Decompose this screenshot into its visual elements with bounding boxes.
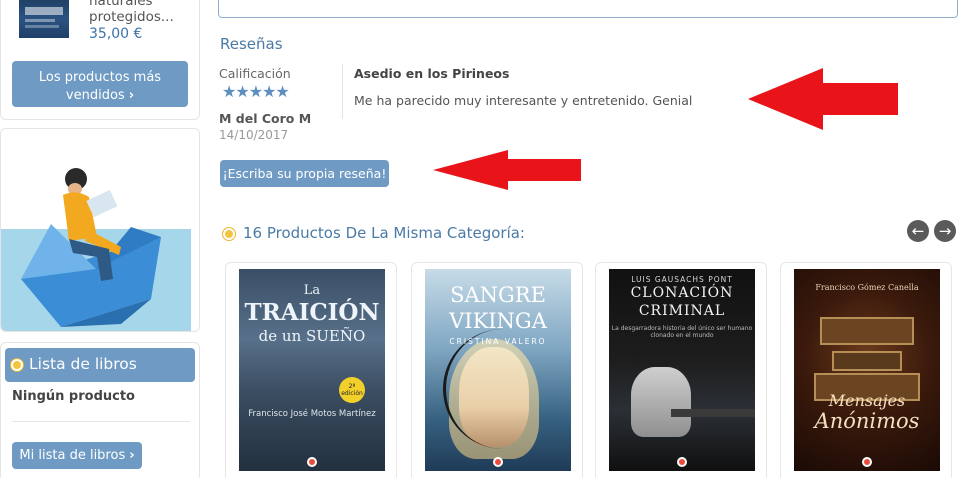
publisher-logo-icon bbox=[862, 457, 872, 467]
best-sellers-button-label: Los productos más vendidos bbox=[38, 69, 162, 103]
star-rating: ★★★★★ bbox=[222, 82, 290, 101]
write-review-button[interactable]: ¡Escriba su propia reseña! bbox=[220, 160, 389, 187]
book-list-block: Lista de libros Ningún producto Mi lista… bbox=[0, 342, 200, 478]
reviews-title: Reseñas bbox=[220, 35, 283, 53]
review-title: Asedio en los Pirineos bbox=[354, 66, 510, 81]
chevron-right-icon: › bbox=[129, 448, 135, 463]
book-list-title: Lista de libros bbox=[29, 355, 137, 373]
arrow-right-icon[interactable]: → bbox=[934, 220, 956, 242]
left-sidebar: naturales protegidos... 35,00 € Los prod… bbox=[0, 0, 200, 478]
book-list-header: Lista de libros bbox=[5, 348, 195, 382]
book-cover[interactable]: Francisco Gómez Canella Mensajes Anónimo… bbox=[794, 269, 940, 471]
best-sellers-button[interactable]: Los productos más vendidos › bbox=[12, 61, 188, 107]
divider bbox=[342, 64, 343, 119]
product-description-panel-edge bbox=[218, 0, 958, 18]
book-list-empty-message: Ningún producto bbox=[12, 389, 135, 404]
product-card[interactable]: LUIS GAUSACHS PONT CLONACIÓN CRIMINAL La… bbox=[595, 262, 767, 478]
best-sellers-block: naturales protegidos... 35,00 € Los prod… bbox=[0, 0, 200, 120]
book-cover[interactable]: SANGRE VIKINGA CRISTINA VALERO bbox=[425, 269, 571, 471]
arrow-left-icon[interactable]: ← bbox=[907, 220, 929, 242]
publisher-logo-icon bbox=[307, 457, 317, 467]
book-cover[interactable]: La TRAICIÓN de un SUEÑO 2ª edición Franc… bbox=[239, 269, 385, 471]
review-date: 14/10/2017 bbox=[219, 128, 289, 142]
chevron-right-icon: › bbox=[128, 87, 135, 103]
my-book-list-button-label: Mi lista de libros bbox=[19, 448, 126, 463]
edition-badge: 2ª edición bbox=[339, 377, 365, 403]
featured-product-name[interactable]: naturales protegidos... bbox=[89, 0, 193, 25]
featured-product-thumbnail[interactable] bbox=[19, 0, 69, 38]
product-card[interactable]: Francisco Gómez Canella Mensajes Anónimo… bbox=[780, 262, 952, 478]
featured-product-price: 35,00 € bbox=[89, 26, 143, 42]
product-card[interactable]: La TRAICIÓN de un SUEÑO 2ª edición Franc… bbox=[225, 262, 397, 478]
rating-label: Calificación bbox=[219, 66, 291, 81]
publisher-logo-icon bbox=[677, 457, 687, 467]
product-card[interactable]: SANGRE VIKINGA CRISTINA VALERO bbox=[411, 262, 583, 478]
main-content: Reseñas Calificación ★★★★★ M del Coro M … bbox=[218, 0, 963, 478]
reviewer-name: M del Coro M bbox=[219, 111, 312, 126]
bullet-icon bbox=[223, 228, 235, 240]
annotation-arrow-icon bbox=[433, 150, 581, 190]
same-category-title: 16 Productos De La Misma Categoría: bbox=[243, 224, 525, 242]
review-text: Me ha parecido muy interesante y entrete… bbox=[354, 93, 693, 108]
my-book-list-button[interactable]: Mi lista de libros › bbox=[12, 442, 142, 469]
bullet-icon bbox=[11, 359, 23, 371]
book-cover[interactable]: LUIS GAUSACHS PONT CLONACIÓN CRIMINAL La… bbox=[609, 269, 755, 471]
divider bbox=[12, 421, 190, 422]
reader-in-paper-boat-illustration bbox=[21, 168, 161, 327]
promo-banner[interactable] bbox=[0, 128, 200, 332]
publisher-logo-icon bbox=[493, 457, 503, 467]
annotation-arrow-icon bbox=[748, 68, 898, 130]
